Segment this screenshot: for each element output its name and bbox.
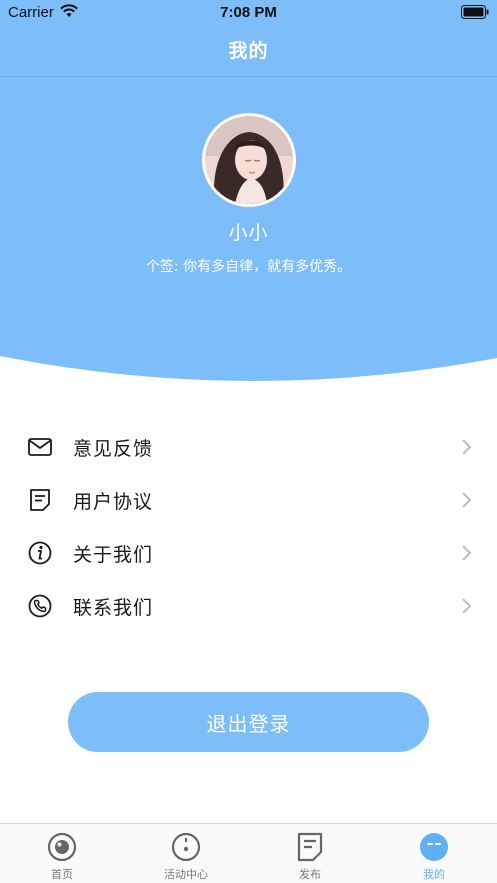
menu-item-about-us[interactable]: 关于我们 (0, 526, 497, 579)
tab-label: 首页 (51, 868, 73, 881)
chevron-right-icon (460, 597, 472, 615)
menu-item-label: 联系我们 (73, 597, 154, 619)
mail-icon (27, 434, 53, 460)
profile-icon (419, 832, 449, 862)
tab-activity-center[interactable]: 活动中心 (124, 824, 248, 883)
menu-item-label: 用户协议 (73, 491, 154, 513)
chevron-right-icon (460, 438, 472, 456)
username: 小小 (228, 222, 269, 244)
tab-home[interactable]: 首页 (0, 824, 124, 883)
tab-bar: 首页 活动中心 发布 我的 (0, 823, 497, 883)
menu-item-contact-us[interactable]: 联系我们 (0, 579, 497, 632)
phone-icon (27, 593, 53, 619)
user-signature: 个签: 你有多自律，就有多优秀。 (145, 259, 352, 275)
avatar[interactable] (202, 113, 296, 207)
status-time: 7:08 PM (220, 4, 277, 21)
activity-icon (171, 832, 201, 862)
document-icon (27, 487, 53, 513)
chevron-right-icon (460, 491, 472, 509)
page-title: 我的 (228, 40, 269, 62)
tab-label: 我的 (423, 868, 445, 881)
status-bar: Carrier 7:08 PM (0, 0, 497, 26)
info-icon (27, 540, 53, 566)
chevron-right-icon (460, 544, 472, 562)
publish-icon (295, 832, 325, 862)
menu-item-label: 关于我们 (73, 544, 154, 566)
tab-publish[interactable]: 发布 (248, 824, 372, 883)
tab-profile[interactable]: 我的 (372, 824, 496, 883)
screen: Carrier 7:08 PM 我的 小小 个签: 你有多自律，就有多优秀。 意… (0, 0, 497, 883)
tab-label: 发布 (299, 868, 321, 881)
menu-item-feedback[interactable]: 意见反馈 (0, 420, 497, 473)
battery-icon (461, 5, 489, 23)
nav-divider (0, 76, 497, 77)
logout-button[interactable]: 退出登录 (68, 692, 429, 752)
tab-label: 活动中心 (164, 868, 208, 881)
settings-menu: 意见反馈 用户协议 关于我们 联系我们 (0, 420, 497, 632)
home-icon (47, 832, 77, 862)
menu-item-user-agreement[interactable]: 用户协议 (0, 473, 497, 526)
menu-item-label: 意见反馈 (73, 438, 154, 460)
